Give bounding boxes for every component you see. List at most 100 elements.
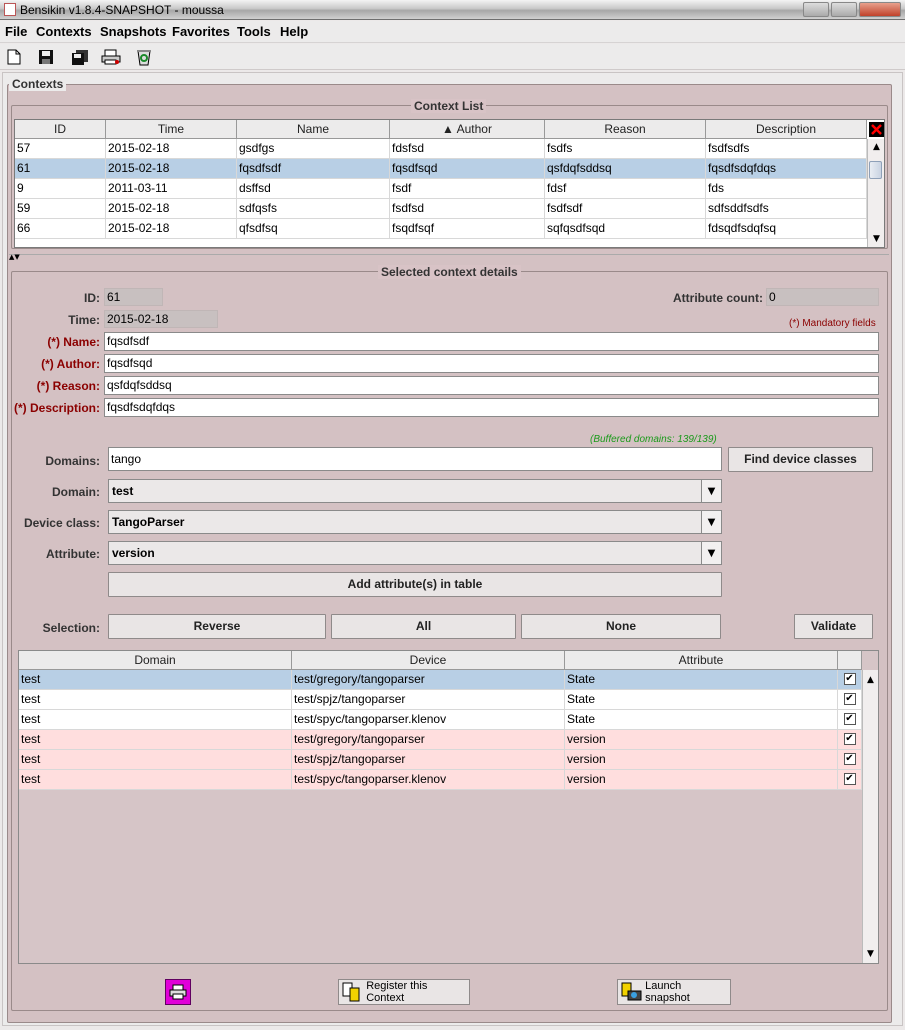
col-domain[interactable]: Domain: [19, 651, 292, 670]
context-row[interactable]: 66 2015-02-18 qfsdfsq fsqdfsqf sqfqsdfsqd fds…: [15, 219, 867, 239]
add-attributes-button[interactable]: Add attribute(s) in table: [108, 572, 722, 597]
attribute-cell-attribute: version: [565, 730, 838, 750]
close-window-button[interactable]: [859, 2, 901, 17]
validate-button[interactable]: Validate: [794, 614, 873, 639]
attribute-check-cell: ✔: [838, 770, 862, 790]
include-checkbox[interactable]: ✔: [843, 673, 856, 685]
java-app-icon: [4, 3, 16, 16]
scroll-thumb[interactable]: [869, 161, 882, 179]
col-author[interactable]: ▲ Author: [390, 120, 545, 139]
attribute-row[interactable]: test test/spyc/tangoparser.klenov State ✔: [19, 710, 862, 730]
context-cell: qsfdqfsddsq: [545, 159, 706, 179]
attribute-row[interactable]: test test/spyc/tangoparser.klenov version ✔: [19, 770, 862, 790]
split-divider[interactable]: ▲▼: [9, 254, 889, 261]
attribute-cell-domain: test: [19, 730, 292, 750]
attribute-cell-attribute: State: [565, 710, 838, 730]
col-check[interactable]: [838, 651, 862, 670]
attribute-row[interactable]: test test/gregory/tangoparser version ✔: [19, 730, 862, 750]
include-checkbox[interactable]: ✔: [843, 753, 856, 765]
col-name[interactable]: Name: [237, 120, 390, 139]
menu-contexts[interactable]: Contexts: [36, 24, 92, 39]
minimize-button[interactable]: [803, 2, 829, 17]
col-id[interactable]: ID: [15, 120, 106, 139]
scroll-down-icon[interactable]: ▼: [869, 231, 884, 246]
menu-tools[interactable]: Tools: [237, 24, 271, 39]
context-cell: sdfqsfs: [237, 199, 390, 219]
maximize-button[interactable]: [831, 2, 857, 17]
launch-snapshot-button[interactable]: Launch snapshot: [617, 979, 731, 1005]
menu-snapshots[interactable]: Snapshots: [100, 24, 166, 39]
main-area: Contexts Context List ID Time Name ▲ Aut…: [2, 72, 903, 1026]
attribute-row[interactable]: test test/gregory/tangoparser State ✔: [19, 670, 862, 690]
new-file-icon[interactable]: [4, 47, 24, 67]
print-table-button[interactable]: [165, 979, 191, 1005]
attribute-check-cell: ✔: [838, 750, 862, 770]
reason-input[interactable]: qsfdqfsddsq: [104, 376, 879, 395]
domain-select[interactable]: test ▼: [108, 479, 722, 503]
context-list-scrollbar[interactable]: ▲ ▼: [867, 139, 884, 247]
recycle-icon[interactable]: [134, 47, 154, 67]
description-input[interactable]: fqsdfsdqfdqs: [104, 398, 879, 417]
scroll-up-icon[interactable]: ▲: [869, 139, 884, 154]
context-cell: fsdfsdf: [545, 199, 706, 219]
context-row[interactable]: 57 2015-02-18 gsdfgs fdsfsd fsdfs fsdfsdfs: [15, 139, 867, 159]
attribute-cell-attribute: State: [565, 690, 838, 710]
reason-label: (*) Reason:: [36, 379, 100, 393]
description-label: (*) Description:: [13, 401, 100, 415]
device-class-select[interactable]: TangoParser ▼: [108, 510, 722, 534]
domains-input[interactable]: tango: [108, 447, 722, 471]
none-button[interactable]: None: [521, 614, 721, 639]
attribute-select[interactable]: version ▼: [108, 541, 722, 565]
context-row[interactable]: 59 2015-02-18 sdfqsfs fsdfsd fsdfsdf sdfsddfs…: [15, 199, 867, 219]
context-row[interactable]: 9 2011-03-11 dsffsd fsdf fdsf fds: [15, 179, 867, 199]
attribute-cell-device: test/gregory/tangoparser: [292, 730, 565, 750]
include-checkbox[interactable]: ✔: [843, 773, 856, 785]
include-checkbox[interactable]: ✔: [843, 713, 856, 725]
find-device-classes-button[interactable]: Find device classes: [728, 447, 873, 472]
attribute-row[interactable]: test test/spjz/tangoparser version ✔: [19, 750, 862, 770]
attribute-cell-device: test/spyc/tangoparser.klenov: [292, 770, 565, 790]
device-class-label: Device class:: [23, 516, 100, 530]
attribute-cell-device: test/spyc/tangoparser.klenov: [292, 710, 565, 730]
context-cell: fqsdfsdqfdqs: [706, 159, 867, 179]
attribute-table-scrollbar[interactable]: ▲ ▼: [862, 670, 878, 963]
all-button[interactable]: All: [331, 614, 516, 639]
context-cell: fsdfs: [545, 139, 706, 159]
menu-help[interactable]: Help: [280, 24, 308, 39]
context-list-header: ID Time Name ▲ Author Reason Description: [15, 120, 884, 139]
chevron-down-icon[interactable]: ▼: [701, 542, 721, 564]
include-checkbox[interactable]: ✔: [843, 693, 856, 705]
col-attribute[interactable]: Attribute: [565, 651, 838, 670]
context-cell: 2015-02-18: [106, 139, 237, 159]
clear-filter-button[interactable]: [867, 120, 884, 139]
chevron-down-icon[interactable]: ▼: [701, 480, 721, 502]
context-row[interactable]: 61 2015-02-18 fqsdfsdf fqsdfsqd qsfdqfsddsq f…: [15, 159, 867, 179]
col-time[interactable]: Time: [106, 120, 237, 139]
attribute-cell-domain: test: [19, 690, 292, 710]
context-cell: 66: [15, 219, 106, 239]
attribute-row[interactable]: test test/spjz/tangoparser State ✔: [19, 690, 862, 710]
print-icon[interactable]: [101, 47, 121, 67]
chevron-down-icon[interactable]: ▼: [701, 511, 721, 533]
scroll-up-icon[interactable]: ▲: [863, 672, 878, 687]
menu-file[interactable]: File: [5, 24, 27, 39]
save-all-icon[interactable]: [70, 47, 90, 67]
attribute-cell-domain: test: [19, 750, 292, 770]
details-title: Selected context details: [378, 265, 521, 279]
include-checkbox[interactable]: ✔: [843, 733, 856, 745]
context-cell: sdfsddfsdfs: [706, 199, 867, 219]
author-input[interactable]: fqsdfsqd: [104, 354, 879, 373]
reverse-button[interactable]: Reverse: [108, 614, 326, 639]
col-reason[interactable]: Reason: [545, 120, 706, 139]
context-cell: fsqdfsqf: [390, 219, 545, 239]
name-input[interactable]: fqsdfsdf: [104, 332, 879, 351]
device-class-value: TangoParser: [112, 515, 185, 529]
col-description[interactable]: Description: [706, 120, 867, 139]
save-icon[interactable]: [36, 47, 56, 67]
id-label: ID:: [84, 291, 100, 305]
col-device[interactable]: Device: [292, 651, 565, 670]
scroll-down-icon[interactable]: ▼: [863, 946, 878, 961]
menu-favorites[interactable]: Favorites: [172, 24, 230, 39]
attribute-check-cell: ✔: [838, 730, 862, 750]
register-context-button[interactable]: Register this Context: [338, 979, 470, 1005]
